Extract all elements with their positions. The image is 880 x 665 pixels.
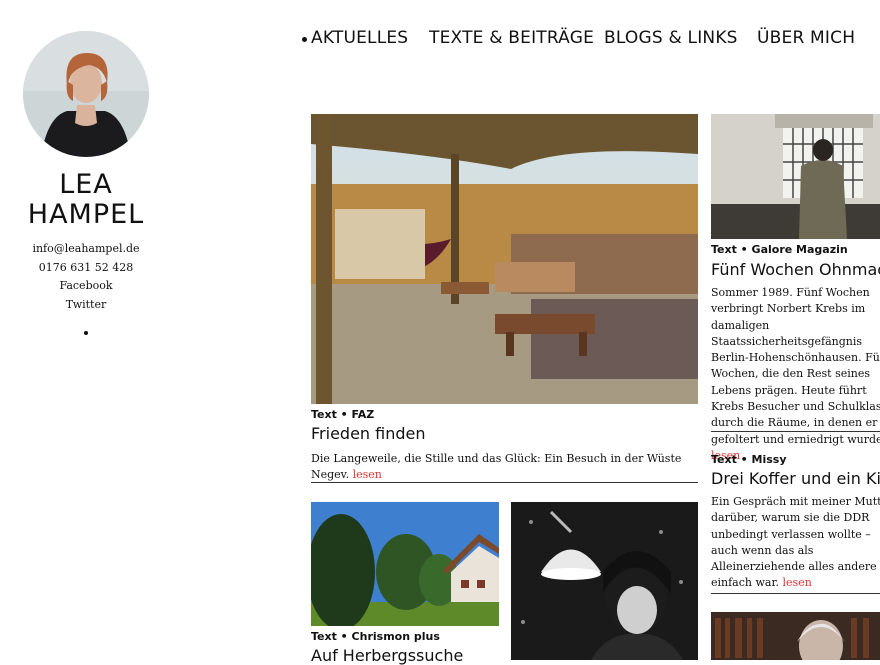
article-title[interactable]: Drei Koffer und ein Kind: [711, 469, 880, 488]
article-image-man-books[interactable]: [711, 612, 880, 660]
phone-number: 0176 631 52 428: [38, 260, 134, 274]
site-title[interactable]: LEA HAMPEL: [0, 170, 172, 230]
nav-item-texte-beitraege[interactable]: TEXTE & BEITRÄGE: [429, 28, 594, 48]
article-title[interactable]: Auf Herbergssuche: [311, 646, 463, 665]
site-title-line1: LEA: [59, 169, 113, 200]
contact-list: info@leahampel.de 0176 631 52 428 Facebo…: [0, 240, 172, 314]
divider: [711, 593, 880, 594]
nav-item-blogs-links[interactable]: BLOGS & LINKS: [604, 28, 738, 48]
author-portrait: [23, 31, 149, 157]
article-image-prison[interactable]: [711, 114, 880, 239]
article-image-desert[interactable]: [311, 114, 698, 404]
email-link[interactable]: info@leahampel.de: [32, 242, 139, 255]
article-title[interactable]: Frieden finden: [311, 424, 426, 443]
nav-item-aktuelles[interactable]: AKTUELLES: [311, 28, 408, 48]
nav-item-ueber-mich[interactable]: ÜBER MICH: [757, 28, 855, 48]
site-title-line2: HAMPEL: [27, 199, 145, 230]
article-excerpt: Sommer 1989. Fünf Wochen verbringt Norbe…: [711, 286, 880, 462]
article-excerpt: Ein Gespräch mit meiner Mutter darüber, …: [711, 495, 880, 590]
facebook-link[interactable]: Facebook: [59, 279, 112, 292]
article-image-house[interactable]: [311, 502, 499, 626]
article-excerpt: Die Langeweile, die Stille und das Glück…: [311, 452, 682, 482]
divider: [311, 482, 698, 483]
article-meta: Text • Chrismon plus: [311, 630, 440, 643]
article-meta: Text • Missy: [711, 453, 787, 466]
twitter-link[interactable]: Twitter: [66, 298, 107, 311]
article-meta: Text • Galore Magazin: [711, 243, 848, 256]
article-image-girl-lamp[interactable]: [511, 502, 698, 660]
divider: [711, 431, 880, 432]
read-more-link[interactable]: lesen: [353, 468, 382, 481]
article-meta: Text • FAZ: [311, 408, 375, 421]
sidebar-bullet: [84, 331, 88, 335]
article-title[interactable]: Fünf Wochen Ohnmacht: [711, 260, 880, 279]
nav-active-bullet: [302, 37, 307, 42]
read-more-link[interactable]: lesen: [783, 576, 812, 589]
